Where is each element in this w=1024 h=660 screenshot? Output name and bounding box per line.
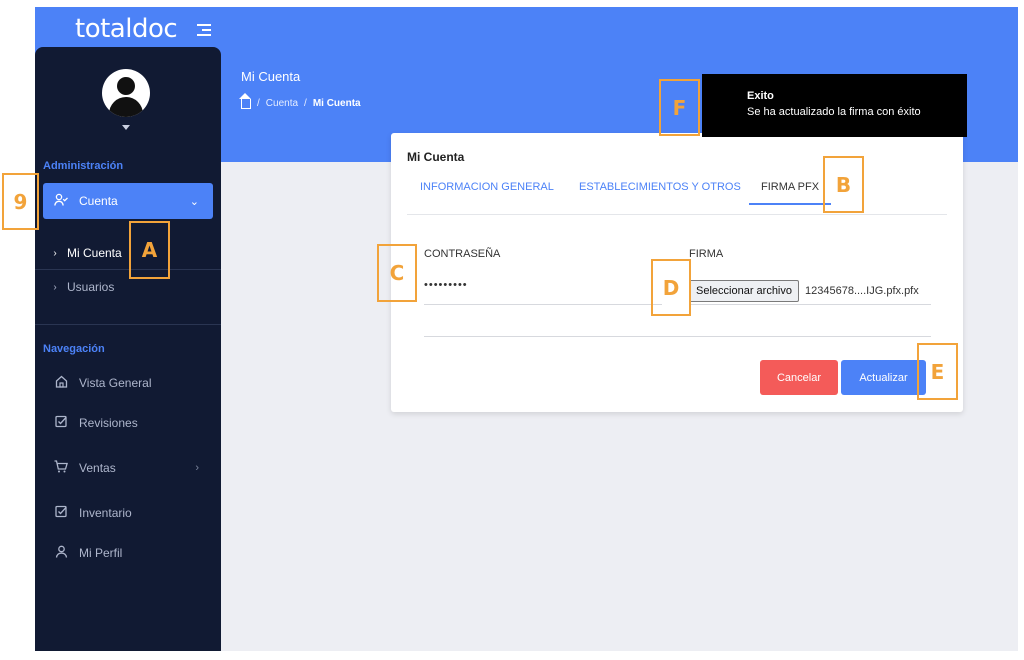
menu-toggle-icon[interactable]	[197, 24, 211, 36]
password-underline	[424, 304, 662, 305]
toast-title: Exito	[747, 90, 774, 102]
check-square-icon	[53, 415, 69, 431]
tab-bar: INFORMACION GENERAL ESTABLECIMIENTOS Y O…	[407, 173, 947, 215]
breadcrumb: / Cuenta / Mi Cuenta	[239, 93, 361, 109]
annotation-marker-e: E	[917, 343, 958, 400]
success-toast[interactable]: Exito Se ha actualizado la firma con éxi…	[702, 74, 967, 137]
section-title-administracion: Administración	[43, 160, 124, 172]
annotation-marker-a: A	[129, 221, 170, 279]
password-label: CONTRASEÑA	[424, 248, 501, 260]
sidebar-item-cuenta[interactable]: Cuenta ⌄	[43, 183, 213, 219]
sidebar-subitem-mi-cuenta[interactable]: › Mi Cuenta	[43, 239, 213, 267]
tab-establecimientos[interactable]: ESTABLECIMIENTOS Y OTROS	[579, 181, 741, 205]
page-title: Mi Cuenta	[241, 69, 301, 84]
sidebar-item-label: Vista General	[79, 376, 152, 390]
breadcrumb-item-current: Mi Cuenta	[312, 97, 361, 109]
avatar-head	[117, 77, 135, 95]
sidebar-item-inventario[interactable]: Inventario	[43, 495, 213, 531]
check-square-icon	[53, 505, 69, 521]
form-divider	[424, 336, 931, 337]
sidebar-item-label: Revisiones	[79, 416, 138, 430]
annotation-marker-9: 9	[2, 173, 39, 230]
sidebar-item-revisiones[interactable]: Revisiones	[43, 405, 213, 441]
sidebar-item-label: Cuenta	[79, 194, 118, 208]
app-frame: Administración Cuenta ⌄ › Mi Cuenta › Us…	[35, 7, 1018, 651]
breadcrumb-separator: /	[304, 97, 307, 109]
annotation-marker-b: B	[823, 156, 864, 213]
sidebar-subitem-label: Usuarios	[67, 280, 115, 294]
home-icon[interactable]	[239, 93, 251, 109]
breadcrumb-separator: /	[257, 97, 260, 109]
home-icon	[53, 375, 69, 391]
cancel-button[interactable]: Cancelar	[760, 360, 838, 395]
annotation-marker-d: D	[651, 259, 691, 316]
annotation-marker-f: F	[659, 79, 700, 136]
firma-underline	[689, 304, 931, 305]
password-field[interactable]: •••••••••	[424, 279, 468, 291]
divider	[35, 324, 221, 325]
selected-file-name: 12345678....IJG.pfx.pfx	[805, 285, 919, 297]
sidebar-item-ventas[interactable]: Ventas ›	[43, 450, 213, 486]
avatar[interactable]	[102, 69, 150, 117]
section-title-navegacion: Navegación	[43, 343, 105, 355]
brand-logo[interactable]: totaldoc	[75, 14, 178, 44]
sidebar-item-mi-perfil[interactable]: Mi Perfil	[43, 535, 213, 571]
chevron-right-icon: ›	[53, 281, 57, 293]
avatar-caret-icon[interactable]	[122, 125, 130, 130]
chevron-down-icon: ⌄	[189, 195, 199, 208]
sidebar-subitem-label: Mi Cuenta	[67, 246, 122, 260]
cart-icon	[53, 460, 69, 476]
chevron-right-icon: ›	[53, 247, 57, 259]
chevron-right-icon: ›	[195, 462, 199, 474]
annotation-marker-c: C	[377, 244, 417, 302]
firma-label: FIRMA	[689, 248, 724, 260]
sidebar-item-label: Mi Perfil	[79, 546, 123, 560]
divider	[35, 269, 221, 270]
sidebar-item-vista-general[interactable]: Vista General	[43, 365, 213, 401]
tab-firma-pfx[interactable]: FIRMA PFX	[749, 181, 832, 205]
user-icon	[53, 545, 69, 561]
toast-message: Se ha actualizado la firma con éxito	[747, 106, 921, 118]
update-button[interactable]: Actualizar	[841, 360, 926, 395]
sidebar: Administración Cuenta ⌄ › Mi Cuenta › Us…	[35, 47, 221, 651]
tab-informacion-general[interactable]: INFORMACION GENERAL	[420, 181, 554, 205]
sidebar-subitem-usuarios[interactable]: › Usuarios	[43, 273, 213, 301]
sidebar-item-label: Inventario	[79, 506, 132, 520]
select-file-button[interactable]: Seleccionar archivo	[689, 280, 799, 302]
avatar-body	[109, 97, 143, 117]
card-title: Mi Cuenta	[407, 150, 465, 164]
sidebar-item-label: Ventas	[79, 461, 116, 475]
breadcrumb-item-cuenta[interactable]: Cuenta	[266, 98, 298, 109]
user-check-icon	[53, 193, 69, 209]
